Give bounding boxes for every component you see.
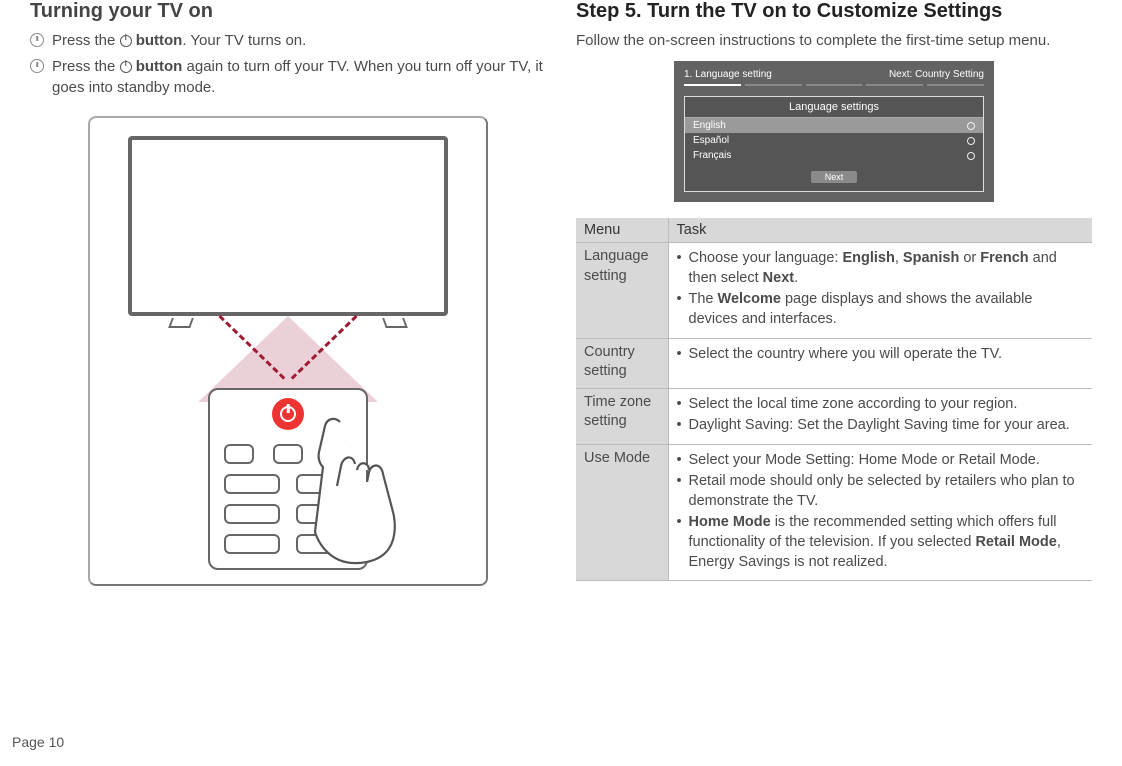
bullet-1: Press the button. Your TV turns on. <box>30 31 546 51</box>
left-column: Turning your TV on Press the button. You… <box>30 0 546 586</box>
table-header-task: Task <box>668 218 1092 243</box>
remote <box>208 388 368 570</box>
page-number: Page 10 <box>12 734 64 750</box>
task-cell: Select the local time zone according to … <box>668 388 1092 444</box>
table-row: Country setting Select the country where … <box>576 338 1092 388</box>
settings-table: Menu Task Language settingChoose your la… <box>576 218 1092 581</box>
osd-panel-title: Language settings <box>685 101 983 113</box>
radio-icon <box>967 137 975 145</box>
power-bullet-icon <box>30 59 44 73</box>
table-row: Use Mode Select your Mode Setting: Home M… <box>576 444 1092 580</box>
tv-remote-illustration <box>88 116 488 586</box>
power-bullet-icon <box>30 33 44 47</box>
osd-mockup: 1. Language setting Next: Country Settin… <box>674 61 994 202</box>
power-icon <box>280 406 296 422</box>
power-icon <box>120 35 132 47</box>
task-item: Daylight Saving: Set the Daylight Saving… <box>677 416 1085 436</box>
task-item: Retail mode should only be selected by r… <box>677 472 1085 511</box>
osd-option: Español <box>685 133 983 148</box>
osd-option: English <box>685 118 983 133</box>
tv-frame <box>128 136 448 316</box>
bullet-2: Press the button again to turn off your … <box>30 57 546 98</box>
menu-cell: Use Mode <box>576 444 668 580</box>
task-item: The Welcome page displays and shows the … <box>677 290 1085 329</box>
left-heading: Turning your TV on <box>30 0 546 23</box>
task-item: Select your Mode Setting: Home Mode or R… <box>677 451 1085 471</box>
osd-progress-segments <box>684 84 984 86</box>
radio-icon <box>967 152 975 160</box>
task-cell: Choose your language: English, Spanish o… <box>668 243 1092 338</box>
right-intro: Follow the on-screen instructions to com… <box>576 31 1092 51</box>
osd-panel: Language settings EnglishEspañolFrançais… <box>684 96 984 192</box>
osd-step-label: 1. Language setting <box>684 69 772 80</box>
tv-stand <box>382 318 408 328</box>
menu-cell: Country setting <box>576 338 668 388</box>
menu-cell: Time zone setting <box>576 388 668 444</box>
task-cell: Select your Mode Setting: Home Mode or R… <box>668 444 1092 580</box>
left-bullets: Press the button. Your TV turns on. Pres… <box>30 31 546 98</box>
task-item: Select the country where you will operat… <box>677 345 1085 365</box>
right-column: Step 5. Turn the TV on to Customize Sett… <box>576 0 1092 586</box>
task-item: Choose your language: English, Spanish o… <box>677 249 1085 288</box>
right-heading: Step 5. Turn the TV on to Customize Sett… <box>576 0 1092 23</box>
task-item: Home Mode is the recommended setting whi… <box>677 513 1085 572</box>
tv-stand <box>168 318 194 328</box>
osd-next-button: Next <box>811 171 857 183</box>
table-header-menu: Menu <box>576 218 668 243</box>
task-cell: Select the country where you will operat… <box>668 338 1092 388</box>
osd-next-label: Next: Country Setting <box>889 69 984 80</box>
table-row: Time zone setting Select the local time z… <box>576 388 1092 444</box>
power-icon <box>120 61 132 73</box>
table-row: Language settingChoose your language: En… <box>576 243 1092 338</box>
radio-icon <box>967 122 975 130</box>
remote-power-button <box>272 398 304 430</box>
menu-cell: Language setting <box>576 243 668 338</box>
task-item: Select the local time zone according to … <box>677 395 1085 415</box>
osd-option: Français <box>685 148 983 163</box>
